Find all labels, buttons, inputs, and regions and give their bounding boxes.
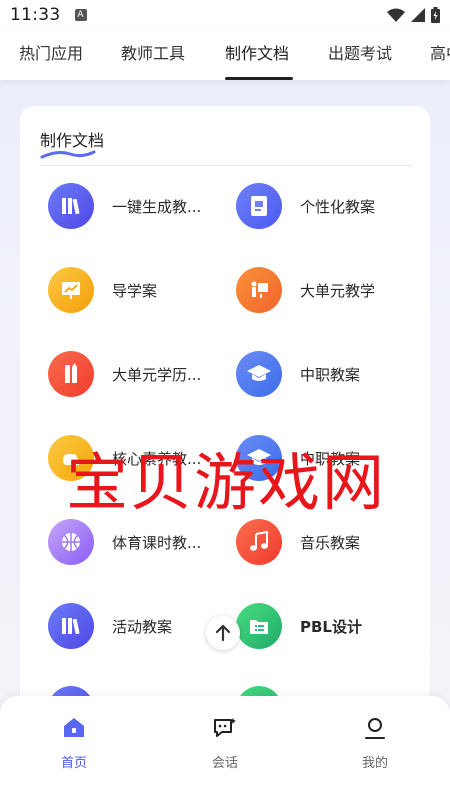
- music-note-icon: [236, 519, 282, 565]
- arrow-up-icon: [216, 625, 230, 641]
- tab-exam-questions[interactable]: 出题考试: [328, 30, 392, 80]
- title-underline-decoration: [40, 150, 96, 159]
- status-bar: 11:33 A: [0, 0, 450, 30]
- graduation-cap-icon: [236, 351, 282, 397]
- status-time: 11:33: [10, 5, 61, 25]
- nav-home-label: 首页: [60, 756, 87, 771]
- folder-list-icon: [236, 603, 282, 649]
- notification-a-icon: A: [74, 9, 87, 21]
- make-documents-card: 制作文档 一键生成教... 个性化教案 导学案 大单元教学 大单元学历... 中…: [20, 106, 430, 746]
- bottom-navigation: 首页 会话 我的: [0, 696, 450, 800]
- battery-icon: [431, 7, 440, 23]
- tool-big-unit-learning[interactable]: 大单元学历...: [48, 346, 228, 402]
- tool-label: 中职教案: [300, 365, 361, 384]
- books-icon: [48, 183, 94, 229]
- card-header: 制作文档: [40, 126, 412, 166]
- tool-label: 活动教案: [112, 617, 173, 636]
- nav-chat[interactable]: 会话: [185, 716, 265, 771]
- tool-music-lesson[interactable]: 音乐教案: [236, 514, 416, 570]
- top-tab-bar: 热门应用 教师工具 制作文档 出题考试 高中: [0, 30, 450, 80]
- teacher-board-icon: [236, 267, 282, 313]
- basketball-icon: [48, 519, 94, 565]
- tab-hot-apps[interactable]: 热门应用: [19, 30, 83, 80]
- tool-vocational-lesson[interactable]: 中职教案: [236, 346, 416, 402]
- tool-label: 个性化教案: [300, 197, 376, 216]
- signal-icon: [411, 8, 425, 22]
- tool-label: PBL设计: [300, 617, 362, 636]
- wifi-icon: [387, 8, 405, 22]
- tab-teacher-tools[interactable]: 教师工具: [121, 30, 185, 80]
- books-icon: [48, 603, 94, 649]
- nav-profile[interactable]: 我的: [335, 716, 415, 771]
- tool-pbl-design[interactable]: PBL设计: [236, 598, 416, 654]
- tool-label: 体育课时教...: [112, 533, 202, 552]
- nav-home[interactable]: 首页: [34, 716, 114, 771]
- scroll-to-top-button[interactable]: [206, 616, 240, 650]
- profile-icon: [365, 718, 385, 739]
- tool-activity-lesson[interactable]: 活动教案: [48, 598, 228, 654]
- chat-icon: [214, 718, 236, 737]
- tool-pe-lesson[interactable]: 体育课时教...: [48, 514, 228, 570]
- document-icon: [236, 183, 282, 229]
- tab-make-documents[interactable]: 制作文档: [225, 30, 289, 80]
- tool-label: 一键生成教...: [112, 197, 202, 216]
- presentation-icon: [48, 267, 94, 313]
- nav-profile-label: 我的: [361, 756, 388, 771]
- home-icon: [64, 718, 84, 737]
- tool-label: 导学案: [112, 281, 158, 300]
- tool-label: 音乐教案: [300, 533, 361, 552]
- tool-personalized-lesson[interactable]: 个性化教案: [236, 178, 416, 234]
- tool-study-guide[interactable]: 导学案: [48, 262, 228, 318]
- tool-big-unit-teaching[interactable]: 大单元教学: [236, 262, 416, 318]
- tool-one-click-lesson[interactable]: 一键生成教...: [48, 178, 228, 234]
- ruler-pencil-icon: [48, 351, 94, 397]
- tool-label: 大单元教学: [300, 281, 376, 300]
- active-tab-indicator: [225, 77, 293, 80]
- nav-chat-label: 会话: [211, 756, 238, 771]
- tool-label: 大单元学历...: [112, 365, 202, 384]
- tab-high-school[interactable]: 高中: [430, 30, 450, 80]
- watermark-text: 宝贝游戏网: [66, 446, 387, 519]
- status-right: [387, 7, 440, 23]
